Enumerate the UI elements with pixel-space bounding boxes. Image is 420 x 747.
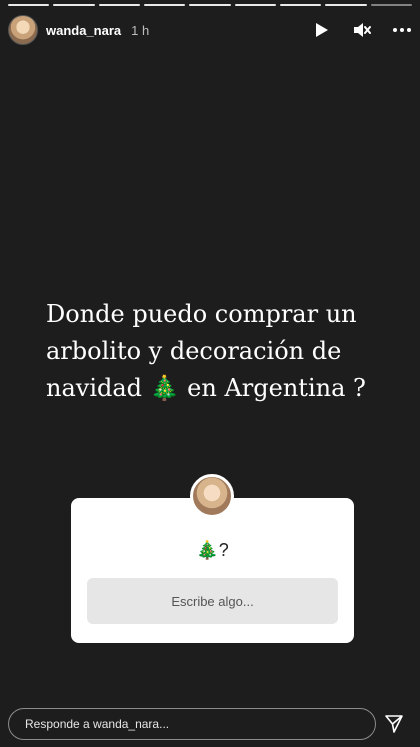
- user-avatar[interactable]: [8, 15, 38, 45]
- progress-segment: [143, 4, 186, 6]
- reply-input[interactable]: Responde a wanda_nara...: [8, 708, 376, 740]
- play-icon[interactable]: [312, 20, 332, 40]
- sticker-answer-input[interactable]: Escribe algo...: [87, 578, 338, 624]
- progress-segment: [370, 4, 412, 6]
- paper-plane-icon[interactable]: [376, 714, 412, 734]
- username[interactable]: wanda_nara: [46, 23, 121, 38]
- question-sticker[interactable]: 🎄? Escribe algo...: [71, 474, 354, 643]
- progress-segment: [98, 4, 140, 6]
- sticker-avatar: [190, 474, 234, 518]
- speaker-muted-icon[interactable]: [352, 20, 372, 40]
- sticker-prompt: 🎄?: [196, 540, 229, 560]
- progress-segment: [325, 4, 367, 6]
- story-header: wanda_nara 1 h: [8, 14, 412, 46]
- progress-segment: [53, 4, 95, 6]
- progress-segment: [189, 4, 231, 6]
- post-time: 1 h: [131, 22, 150, 38]
- progress-segment: [234, 4, 276, 6]
- reply-bar: Responde a wanda_nara...: [8, 707, 412, 741]
- story-question-text: Donde puedo comprar un arbolito y decora…: [46, 300, 366, 402]
- progress-segment: [279, 4, 322, 6]
- more-horizontal-icon[interactable]: [392, 20, 412, 40]
- progress-segment: [8, 4, 50, 6]
- story-progress: [8, 4, 412, 6]
